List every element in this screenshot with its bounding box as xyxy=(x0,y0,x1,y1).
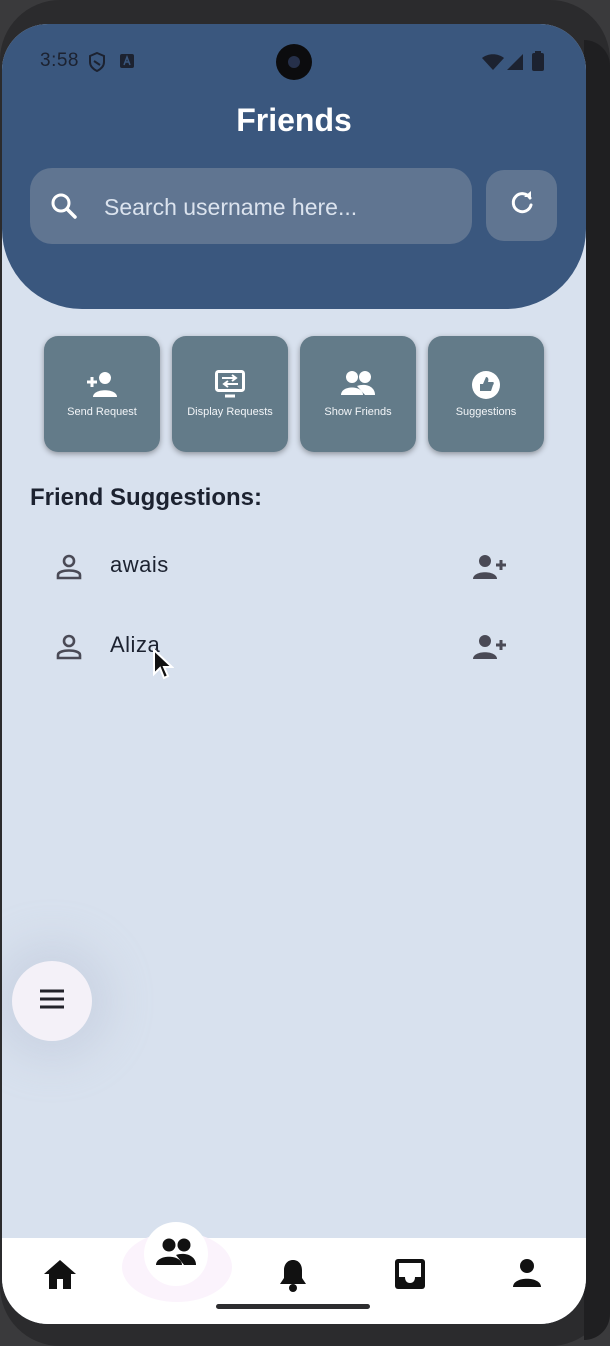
status-bar: 3:58 xyxy=(2,24,586,94)
list-item[interactable]: Aliza xyxy=(2,614,586,678)
search-icon xyxy=(50,192,78,225)
header: 3:58 Friends xyxy=(2,24,586,309)
menu-icon xyxy=(38,988,66,1015)
battery-icon xyxy=(532,51,544,76)
display-requests-button[interactable]: Display Requests xyxy=(172,336,288,452)
show-friends-button[interactable]: Show Friends xyxy=(300,336,416,452)
group-icon xyxy=(156,1238,196,1271)
person-add-icon[interactable] xyxy=(472,554,506,585)
signal-icon xyxy=(507,54,523,75)
show-friends-label: Show Friends xyxy=(324,406,392,418)
send-request-button[interactable]: Send Request xyxy=(44,336,160,452)
a-icon xyxy=(120,54,134,73)
suggestions-label: Suggestions xyxy=(455,406,517,418)
search-input[interactable] xyxy=(102,168,456,246)
person-icon[interactable] xyxy=(512,1258,542,1293)
person-outline-icon xyxy=(56,554,82,585)
shield-icon xyxy=(88,51,106,77)
refresh-button[interactable] xyxy=(486,170,557,241)
action-buttons: Send Request Display Requests Show Frien… xyxy=(44,336,544,452)
section-title: Friend Suggestions: xyxy=(30,484,263,511)
display-requests-label: Display Requests xyxy=(187,406,273,418)
person-add-icon[interactable] xyxy=(472,634,506,665)
suggestions-button[interactable]: Suggestions xyxy=(428,336,544,452)
page-title: Friends xyxy=(236,102,352,138)
bottom-nav xyxy=(2,1222,586,1324)
search-bar[interactable] xyxy=(30,168,472,246)
refresh-icon xyxy=(509,190,535,221)
list-item[interactable]: awais xyxy=(2,534,586,598)
bell-icon[interactable] xyxy=(278,1258,308,1297)
send-request-label: Send Request xyxy=(67,406,137,418)
home-icon[interactable] xyxy=(42,1258,78,1295)
phone-edge xyxy=(584,40,610,1340)
nav-friends-active[interactable] xyxy=(144,1222,208,1286)
person-outline-icon xyxy=(56,634,82,665)
mouse-cursor-icon xyxy=(152,647,175,685)
wifi-icon xyxy=(482,54,504,75)
front-camera xyxy=(276,44,312,80)
display-requests-icon xyxy=(215,370,245,400)
person-add-icon xyxy=(85,370,119,400)
app-screen: 3:58 Friends Search username here... Sen… xyxy=(2,24,586,1324)
menu-fab[interactable] xyxy=(12,961,92,1041)
suggestion-name: awais xyxy=(110,552,169,577)
home-indicator xyxy=(216,1304,370,1309)
group-icon xyxy=(341,370,375,400)
suggestions-icon xyxy=(471,370,501,400)
status-time: 3:58 xyxy=(40,50,79,71)
inbox-icon[interactable] xyxy=(394,1258,426,1295)
